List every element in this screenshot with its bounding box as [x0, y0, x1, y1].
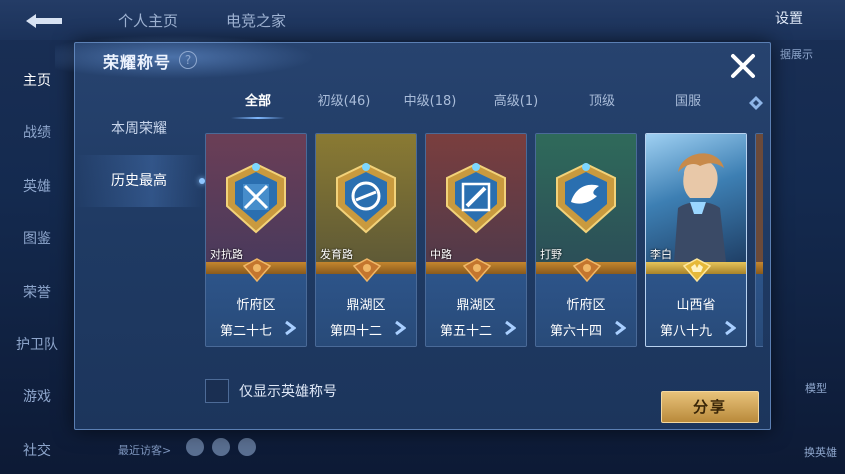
tab-advanced[interactable]: 高级(1) [473, 91, 559, 117]
help-icon[interactable]: ? [179, 51, 197, 69]
side-nav-social[interactable]: 社交 [0, 440, 74, 460]
side-nav-guard[interactable]: 护卫队 [0, 334, 74, 354]
side-nav-game[interactable]: 游戏 [0, 386, 74, 406]
card-area: 鼎湖区 [346, 298, 386, 313]
top-tab-esports[interactable]: 电竞之家 [226, 10, 286, 31]
gold-rank-icon [683, 258, 711, 282]
hero-title-checkbox[interactable] [205, 379, 229, 403]
side-nav-hero[interactable]: 英雄 [0, 176, 74, 196]
staff-emblem-icon [446, 162, 506, 234]
tab-national[interactable]: 国服 [645, 91, 731, 117]
switch-hero-button[interactable]: 换英雄 [804, 444, 837, 460]
card-area: 忻府区 [236, 298, 276, 313]
title-card[interactable]: 打野 忻府区 第六十四 [535, 133, 637, 347]
card-role-label: 中路 [430, 248, 452, 261]
tab-beginner[interactable]: 初级(46) [301, 91, 387, 117]
title-card[interactable]: 中路 鼎湖区 第五十二 [425, 133, 527, 347]
tab-top[interactable]: 顶级 [559, 91, 645, 117]
checkbox-label[interactable]: 仅显示英雄称号 [239, 381, 337, 401]
bronze-rank-icon [243, 258, 271, 282]
settings-button[interactable]: 设置 [775, 8, 803, 28]
wolf-emblem-icon [556, 162, 616, 234]
chevron-right-icon [505, 320, 516, 336]
bronze-rank-icon [573, 258, 601, 282]
back-arrow-icon[interactable] [20, 10, 68, 32]
card-area: 忻府区 [566, 298, 606, 313]
visitors-bar: 最近访客> [74, 436, 574, 460]
side-nav-honor[interactable]: 荣誉 [0, 282, 74, 302]
chevron-right-icon [285, 320, 296, 336]
title-cards: 对抗路 忻府区 第二十七 发育路 鼎湖区 第四十二 中路 鼎湖区 第五十二 打野… [203, 133, 763, 349]
card-role-label: 李白 [650, 248, 672, 261]
card-rank: 第四十二 [330, 324, 383, 339]
model-button[interactable]: 模型 [805, 380, 827, 396]
chevron-right-icon [395, 320, 406, 336]
card-rank: 第二十七 [220, 324, 273, 339]
card-role-label: 发育路 [320, 248, 353, 261]
card-area: 鼎湖区 [456, 298, 496, 313]
bronze-rank-icon [463, 258, 491, 282]
card-rank: 第八十九 [660, 324, 713, 339]
visitor-avatar[interactable] [186, 438, 204, 456]
tab-bar: 全部 初级(46) 中级(18) 高级(1) 顶级 国服 [215, 91, 765, 119]
diamond-more-icon[interactable] [748, 95, 764, 111]
card-gold-band [756, 262, 763, 274]
visitors-label[interactable]: 最近访客> [118, 442, 171, 458]
tab-intermediate[interactable]: 中级(18) [387, 91, 473, 117]
title-card[interactable]: 对抗路 忻府区 第二十七 [205, 133, 307, 347]
card-role-label: 打野 [540, 248, 562, 261]
dialog-title: 荣耀称号 [103, 53, 172, 72]
chevron-right-icon [615, 320, 626, 336]
close-icon [731, 54, 755, 78]
title-card[interactable]: 李白 山西省 第八十九 [645, 133, 747, 347]
side-nav-collection[interactable]: 图鉴 [0, 228, 74, 248]
card-background [756, 134, 763, 262]
hero-portrait-icon [674, 153, 726, 262]
left-menu: 本周荣耀 历史最高 [75, 103, 205, 207]
left-menu-history[interactable]: 历史最高 [75, 155, 205, 207]
right-panel-text: 据展示 [780, 48, 813, 61]
close-button[interactable] [728, 51, 758, 81]
target-emblem-icon [336, 162, 396, 234]
card-rank: 第五十二 [440, 324, 493, 339]
visitor-avatar[interactable] [212, 438, 230, 456]
sword-emblem-icon [226, 162, 286, 234]
side-nav-home[interactable]: 主页 [0, 70, 74, 90]
share-button[interactable]: 分享 [661, 391, 759, 423]
card-area: 山西省 [676, 298, 716, 313]
card-info [756, 274, 763, 346]
title-card-partial[interactable] [755, 133, 763, 347]
visitor-avatar[interactable] [238, 438, 256, 456]
top-tab-profile[interactable]: 个人主页 [118, 10, 178, 31]
side-nav-record[interactable]: 战绩 [0, 122, 74, 142]
chevron-right-icon [725, 320, 736, 336]
title-card[interactable]: 发育路 鼎湖区 第四十二 [315, 133, 417, 347]
left-menu-weekly[interactable]: 本周荣耀 [75, 103, 203, 155]
bronze-rank-icon [353, 258, 381, 282]
card-rank: 第六十四 [550, 324, 603, 339]
tab-all[interactable]: 全部 [215, 91, 301, 119]
side-nav: 主页 战绩 英雄 图鉴 荣誉 护卫队 游戏 社交 [0, 40, 74, 474]
honor-title-dialog: 荣耀称号 ? 本周荣耀 历史最高 全部 初级(46) 中级(18) 高级(1) … [55, 35, 771, 430]
card-role-label: 对抗路 [210, 248, 243, 261]
